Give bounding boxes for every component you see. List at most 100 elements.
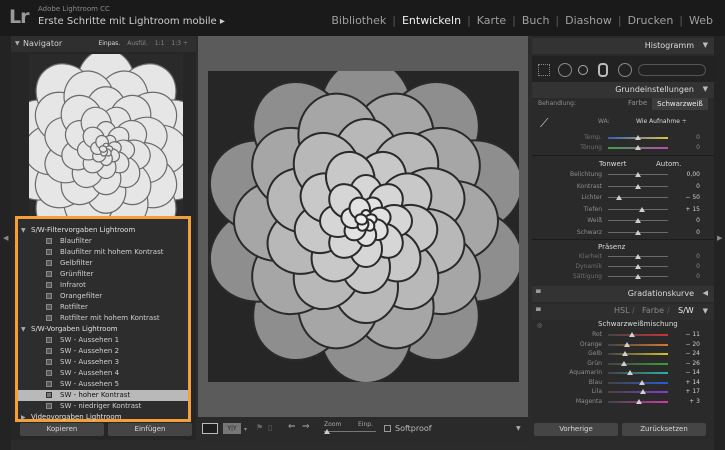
slider-value[interactable]: 0 [696, 134, 700, 141]
slider-track[interactable] [608, 208, 668, 210]
slider-thumb[interactable] [621, 360, 627, 366]
slider-value[interactable]: 0 [696, 263, 700, 270]
histogram-header[interactable]: Histogramm ▼ [532, 38, 714, 54]
slider-thumb[interactable] [635, 218, 641, 223]
adjustment-brush-slider[interactable] [638, 64, 706, 76]
next-arrow-icon[interactable]: ⇒ [302, 422, 310, 432]
slider-track[interactable] [608, 362, 668, 365]
stamp-icon[interactable]: ▯ [268, 423, 272, 432]
preset-item[interactable]: Blaufilter [18, 236, 188, 247]
loupe-view-icon[interactable] [202, 423, 218, 434]
zoom-fill-option[interactable]: Ausfül. [127, 40, 148, 47]
preset-item[interactable]: SW - Aussehen 4 [18, 368, 188, 379]
slider-thumb[interactable] [627, 370, 633, 375]
preset-item[interactable]: SW - Aussehen 1 [18, 335, 188, 346]
reset-button[interactable]: Zurücksetzen [622, 423, 706, 436]
slider-thumb[interactable] [636, 398, 642, 404]
tab-hsl[interactable]: HSL [614, 306, 630, 315]
slider-track[interactable] [608, 381, 668, 384]
slider-value[interactable]: + 17 [685, 388, 700, 395]
previous-button[interactable]: Vorherige [534, 423, 618, 436]
auto-tone-button[interactable]: Autom. [656, 160, 681, 168]
preset-folder[interactable]: ▼ S/W-Vorgaben Lightroom [18, 324, 188, 335]
module-karte[interactable]: Karte [471, 14, 512, 27]
slider-value[interactable]: 0 [696, 183, 700, 190]
graduated-filter-icon[interactable] [598, 63, 608, 77]
view-dropdown-icon[interactable]: ▾ [244, 426, 247, 433]
slider-thumb[interactable] [640, 389, 646, 394]
preset-folder[interactable]: ▼ S/W-Filtervorgaben Lightroom [18, 225, 188, 236]
module-bibliothek[interactable]: Bibliothek [325, 14, 392, 27]
slider-value[interactable]: − 24 [685, 350, 700, 357]
slider-value[interactable]: + 3 [689, 398, 700, 405]
zoom-1-1-option[interactable]: 1:1 [155, 40, 165, 47]
slider-value[interactable]: − 50 [685, 194, 700, 201]
red-eye-icon[interactable] [578, 65, 588, 75]
slider-value[interactable]: − 14 [685, 369, 700, 376]
treatment-color-option[interactable]: Farbe [628, 99, 647, 107]
slider-thumb[interactable] [639, 379, 645, 385]
treatment-bw-option[interactable]: Schwarzweiß [652, 98, 708, 110]
toolbar-menu-icon[interactable]: ▼ [516, 425, 521, 432]
slider-thumb[interactable] [635, 135, 641, 140]
slider-thumb[interactable] [624, 341, 630, 347]
preset-item[interactable]: Orangefilter [18, 291, 188, 302]
slider-thumb[interactable] [635, 183, 641, 189]
module-web[interactable]: Web [683, 14, 719, 27]
slider-track[interactable] [608, 334, 668, 336]
right-panel-toggle[interactable]: ▶ [714, 36, 725, 450]
module-drucken[interactable]: Drucken [622, 14, 680, 27]
catalog-name[interactable]: Erste Schritte mit Lightroom mobile ▸ [38, 16, 225, 27]
slider-thumb[interactable] [616, 195, 622, 200]
module-entwickeln[interactable]: Entwickeln [396, 14, 467, 27]
slider-value[interactable]: 0,00 [687, 171, 700, 178]
slider-thumb[interactable] [622, 351, 628, 356]
slider-value[interactable]: − 20 [685, 341, 700, 348]
previous-arrow-icon[interactable]: ⇐ [288, 422, 296, 432]
slider-value[interactable]: 0 [696, 253, 700, 260]
crop-tool-icon[interactable] [538, 64, 550, 76]
slider-track[interactable] [608, 391, 668, 393]
paste-button[interactable]: Einfügen [108, 423, 192, 436]
slider-thumb[interactable] [635, 254, 641, 259]
preset-item[interactable]: Rotfilter [18, 302, 188, 313]
slider-thumb[interactable] [635, 264, 641, 269]
collapsed-triangle-icon[interactable]: ▶ [21, 414, 26, 421]
slider-value[interactable]: 0 [696, 229, 700, 236]
slider-value[interactable]: − 26 [685, 360, 700, 367]
basic-header[interactable]: Grundeinstellungen ▼ [532, 82, 714, 98]
preset-folder[interactable]: ▶ Videovorgaben Lightroom [18, 412, 188, 423]
spot-removal-icon[interactable] [558, 63, 572, 77]
module-buch[interactable]: Buch [516, 14, 556, 27]
tab-bw[interactable]: S/W [678, 306, 694, 315]
module-diashow[interactable]: Diashow [559, 14, 618, 27]
slider-value[interactable]: 0 [696, 144, 700, 151]
slider-value[interactable]: + 14 [685, 379, 700, 386]
before-after-icon[interactable]: Y|Y [223, 423, 241, 434]
slider-thumb[interactable] [629, 332, 635, 337]
flag-icon[interactable]: ⚑ [256, 423, 263, 432]
preset-item[interactable]: SW - hoher Kontrast [18, 390, 188, 401]
softproof-checkbox[interactable] [384, 425, 391, 432]
zoom-slider-track[interactable] [324, 431, 376, 432]
main-photo[interactable] [208, 58, 524, 384]
preset-item[interactable]: SW - Aussehen 5 [18, 379, 188, 390]
preset-item[interactable]: SW - Aussehen 3 [18, 357, 188, 368]
preset-item[interactable]: Gelbfilter [18, 258, 188, 269]
slider-value[interactable]: − 11 [685, 331, 700, 338]
eyedropper-icon[interactable]: ⟋ [540, 116, 548, 131]
preset-item[interactable]: SW - niedriger Kontrast [18, 401, 188, 412]
expand-triangle-icon[interactable]: ▼ [21, 227, 26, 234]
zoom-slider-thumb[interactable] [324, 429, 330, 434]
radial-filter-icon[interactable] [618, 63, 632, 77]
preset-item[interactable]: Grünfilter [18, 269, 188, 280]
navigator-header[interactable]: ▼ Navigator Einpas. Ausfül. 1:1 1:3 ÷ [11, 36, 196, 52]
slider-track[interactable] [608, 372, 668, 374]
slider-value[interactable]: 0 [696, 217, 700, 224]
left-panel-toggle[interactable]: ◀ [0, 36, 11, 450]
copy-button[interactable]: Kopieren [20, 423, 104, 436]
target-adjust-icon[interactable]: ◎ [537, 322, 542, 329]
expand-triangle-icon[interactable]: ▼ [21, 326, 26, 333]
preset-item[interactable]: Rotfilter mit hohem Kontrast [18, 313, 188, 324]
slider-track[interactable] [608, 343, 668, 346]
